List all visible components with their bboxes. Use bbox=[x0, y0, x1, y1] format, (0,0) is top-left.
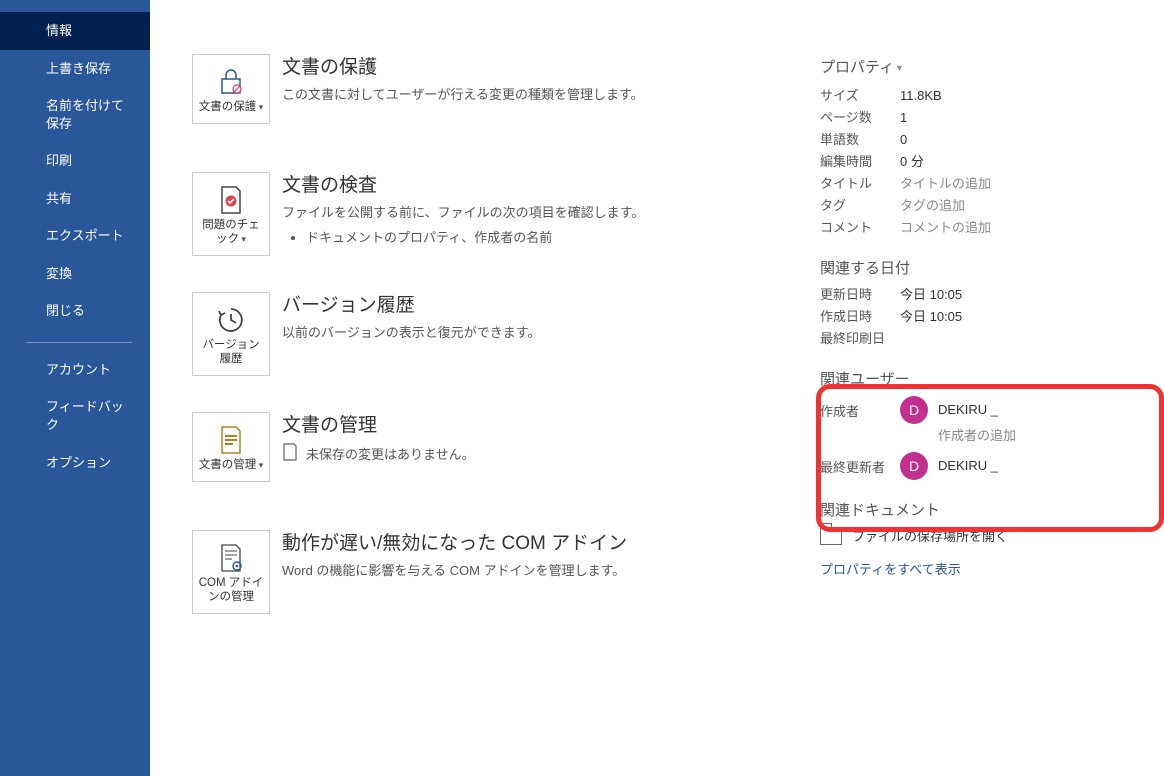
history-icon bbox=[197, 303, 265, 337]
manage-document-button[interactable]: 文書の管理 bbox=[192, 412, 270, 482]
related-dates-header: 関連する日付 bbox=[820, 257, 1150, 278]
check-issues-label: 問題のチェック bbox=[197, 219, 265, 247]
document-check-icon bbox=[197, 183, 265, 217]
show-all-properties-link[interactable]: プロパティをすべて表示 bbox=[820, 559, 961, 578]
version-history-button[interactable]: バージョン履歴 bbox=[192, 292, 270, 376]
check-issues-button[interactable]: 問題のチェック bbox=[192, 172, 270, 256]
prop-comment-label: コメント bbox=[820, 217, 900, 239]
inspect-title: 文書の検査 bbox=[282, 170, 802, 197]
sidebar-item-account[interactable]: アカウント bbox=[0, 351, 150, 389]
manage-document-label: 文書の管理 bbox=[197, 459, 265, 473]
lastmod-label: 最終更新者 bbox=[820, 453, 900, 479]
related-users-header: 関連ユーザー bbox=[820, 368, 1150, 389]
protect-document-button[interactable]: 文書の保護 bbox=[192, 54, 270, 124]
prop-size-value: 11.8KB bbox=[900, 85, 942, 107]
sidebar-item-export[interactable]: エクスポート bbox=[0, 217, 150, 255]
sidebar-item-share[interactable]: 共有 bbox=[0, 180, 150, 218]
date-created-label: 作成日時 bbox=[820, 306, 900, 328]
protect-title: 文書の保護 bbox=[282, 52, 802, 79]
inspect-desc: ファイルを公開する前に、ファイルの次の項目を確認します。 bbox=[282, 203, 802, 223]
sidebar-item-feedback[interactable]: フィードバック bbox=[0, 388, 150, 443]
sidebar-item-saveas[interactable]: 名前を付けて保存 bbox=[0, 87, 150, 142]
backstage-sidebar: 情報 上書き保存 名前を付けて保存 印刷 共有 エクスポート 変換 閉じる アカ… bbox=[0, 0, 150, 776]
open-file-location-label: ファイルの保存場所を開く bbox=[852, 526, 1008, 545]
sidebar-item-options[interactable]: オプション bbox=[0, 444, 150, 482]
prop-pages-value: 1 bbox=[900, 107, 907, 129]
date-modified-value: 今日 10:05 bbox=[900, 284, 962, 306]
prop-tags-input[interactable]: タグの追加 bbox=[900, 195, 965, 217]
date-printed-label: 最終印刷日 bbox=[820, 328, 900, 350]
date-created-value: 今日 10:05 bbox=[900, 306, 962, 328]
backstage-main: 文書の保護 文書の保護 この文書に対してユーザーが行える変更の種類を管理します。… bbox=[150, 0, 1164, 776]
lastmod-name: DEKIRU _ bbox=[938, 451, 998, 481]
no-unsaved-icon bbox=[282, 443, 298, 464]
gear-document-icon bbox=[197, 541, 265, 575]
prop-edittime-value: 0 分 bbox=[900, 151, 924, 173]
manage-desc: 未保存の変更はありません。 bbox=[306, 444, 475, 463]
com-desc: Word の機能に影響を与える COM アドインを管理します。 bbox=[282, 561, 802, 581]
sidebar-item-transform[interactable]: 変換 bbox=[0, 255, 150, 293]
prop-comment-input[interactable]: コメントの追加 bbox=[900, 217, 991, 239]
properties-dropdown[interactable]: プロパティ bbox=[820, 56, 1150, 77]
inspect-bullet: ドキュメントのプロパティ、作成者の名前 bbox=[306, 227, 802, 246]
folder-icon bbox=[820, 527, 842, 545]
prop-edittime-label: 編集時間 bbox=[820, 151, 900, 173]
author-label: 作成者 bbox=[820, 397, 900, 423]
manage-title: 文書の管理 bbox=[282, 410, 802, 437]
prop-words-value: 0 bbox=[900, 129, 907, 151]
history-title: バージョン履歴 bbox=[282, 290, 802, 317]
prop-pages-label: ページ数 bbox=[820, 107, 900, 129]
sidebar-item-print[interactable]: 印刷 bbox=[0, 142, 150, 180]
date-modified-label: 更新日時 bbox=[820, 284, 900, 306]
history-desc: 以前のバージョンの表示と復元ができます。 bbox=[282, 323, 802, 343]
prop-title-label: タイトル bbox=[820, 173, 900, 195]
sidebar-item-info[interactable]: 情報 bbox=[0, 12, 150, 50]
prop-tags-label: タグ bbox=[820, 195, 900, 217]
com-title: 動作が遅い/無効になった COM アドイン bbox=[282, 528, 802, 555]
prop-title-input[interactable]: タイトルの追加 bbox=[900, 173, 991, 195]
lastmod-avatar: D bbox=[900, 452, 928, 480]
properties-panel: プロパティ サイズ11.8KB ページ数1 単語数0 編集時間0 分 タイトルタ… bbox=[820, 56, 1150, 578]
open-file-location-link[interactable]: ファイルの保存場所を開く bbox=[820, 526, 1150, 545]
document-manage-icon bbox=[197, 423, 265, 457]
sidebar-divider bbox=[26, 342, 132, 343]
prop-size-label: サイズ bbox=[820, 85, 900, 107]
manage-com-addins-label: COM アドインの管理 bbox=[197, 577, 265, 605]
manage-com-addins-button[interactable]: COM アドインの管理 bbox=[192, 530, 270, 614]
prop-words-label: 単語数 bbox=[820, 129, 900, 151]
sidebar-item-close[interactable]: 閉じる bbox=[0, 292, 150, 330]
author-name[interactable]: DEKIRU _ bbox=[938, 395, 998, 425]
add-author-input[interactable]: 作成者の追加 bbox=[938, 425, 1016, 447]
protect-document-label: 文書の保護 bbox=[197, 101, 265, 115]
protect-desc: この文書に対してユーザーが行える変更の種類を管理します。 bbox=[282, 85, 802, 105]
lock-icon bbox=[197, 65, 265, 99]
author-avatar[interactable]: D bbox=[900, 396, 928, 424]
related-docs-header: 関連ドキュメント bbox=[820, 499, 1150, 520]
sidebar-item-save[interactable]: 上書き保存 bbox=[0, 50, 150, 88]
version-history-label: バージョン履歴 bbox=[197, 339, 265, 367]
